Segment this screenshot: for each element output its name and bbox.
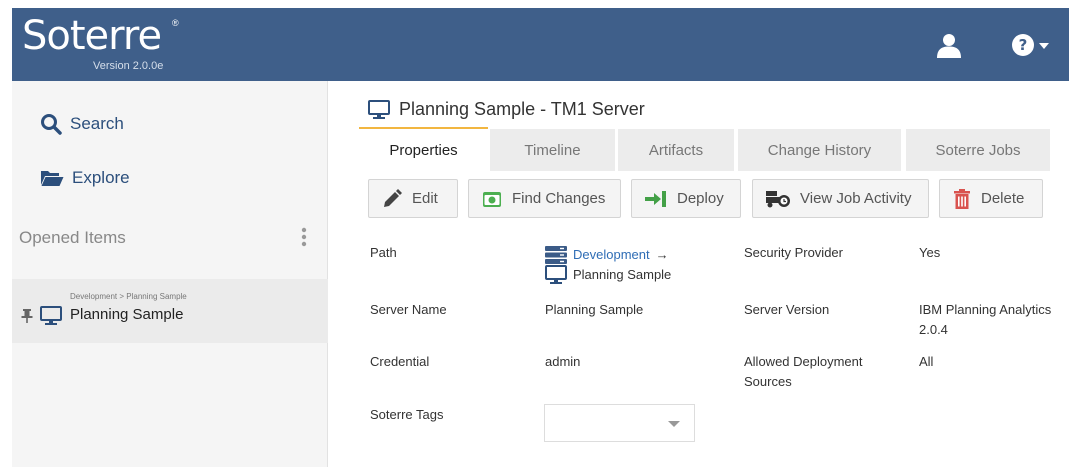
trash-icon [954,188,970,209]
allowed-deployment-sources-value: All [919,354,934,369]
tab-properties[interactable]: Properties [359,127,488,172]
find-changes-button[interactable]: Find Changes [468,179,621,218]
deploy-button[interactable]: Deploy [631,179,741,218]
server-version-value: IBM Planning Analytics 2.0.4 [919,300,1051,340]
security-provider-value: Yes [919,245,941,260]
credential-value: admin [545,354,581,369]
nav-explore-label: Explore [72,168,130,187]
server-version-line2: 2.0.4 [919,322,948,337]
view-job-activity-label: View Job Activity [800,190,912,207]
find-changes-label: Find Changes [512,190,606,207]
soterre-tags-label: Soterre Tags [370,407,444,422]
deploy-arrow-icon [645,190,666,207]
server-icon [545,246,567,264]
pencil-icon [384,188,402,207]
app-version: Version 2.0.0e [93,60,164,72]
nav-explore[interactable]: Explore [40,168,130,188]
camera-icon [483,191,501,207]
security-provider-label: Security Provider [744,245,843,260]
path-label: Path [370,245,397,260]
server-version-label: Server Version [744,302,830,317]
opened-items-title: Opened Items [19,228,126,247]
app-header: Soterre ® Version 2.0.0e ? [12,8,1069,81]
tab-soterre-jobs[interactable]: Soterre Jobs [906,129,1050,171]
path-value: Development → Planning Sample [545,245,671,285]
edit-button[interactable]: Edit [368,179,458,218]
server-name-label: Server Name [370,302,447,317]
folder-open-icon [41,171,64,186]
monitor-icon [40,306,62,325]
opened-item-label: Planning Sample [70,306,184,323]
search-icon [41,114,62,135]
page-title: Planning Sample - TM1 Server [368,99,645,120]
delete-button-label: Delete [981,190,1025,207]
sidebar: Search Explore Opened Items Development … [12,81,328,467]
svg-text:?: ? [1019,36,1028,54]
allowed-deployment-sources-label: Allowed Deployment Sources [744,352,863,392]
monitor-icon [368,99,390,119]
delete-button[interactable]: Delete [939,179,1043,218]
path-link-development[interactable]: Development [573,245,650,265]
tab-timeline[interactable]: Timeline [490,129,615,171]
opened-item[interactable]: Development > Planning Sample Planning S… [12,279,328,343]
allowed-sources-label-line2: Sources [744,374,792,389]
edit-button-label: Edit [412,190,438,207]
path-leaf: Planning Sample [573,267,672,282]
tab-change-history[interactable]: Change History [738,129,901,171]
opened-item-breadcrumb: Development > Planning Sample [70,292,187,301]
view-job-activity-button[interactable]: View Job Activity [752,179,929,218]
monitor-icon [545,265,567,284]
tab-artifacts[interactable]: Artifacts [618,129,734,171]
server-version-line1: IBM Planning Analytics [919,302,1052,317]
nav-search-label: Search [70,114,124,133]
server-name-value: Planning Sample [545,302,644,317]
kebab-menu-icon[interactable] [300,226,308,248]
truck-icon [766,190,790,207]
page-title-text: Planning Sample - TM1 Server [399,99,645,119]
app-logo[interactable]: Soterre [22,14,162,58]
logo-registered-mark: ® [172,18,179,28]
path-arrow: → [655,247,669,262]
pin-icon[interactable] [21,309,33,323]
user-icon[interactable] [936,32,962,58]
help-icon[interactable]: ? [1011,32,1051,58]
credential-label: Credential [370,354,430,369]
allowed-sources-label-line1: Allowed Deployment [744,354,863,369]
deploy-button-label: Deploy [677,190,724,207]
soterre-tags-select[interactable] [544,404,695,442]
chevron-down-icon [668,421,680,427]
nav-search[interactable]: Search [40,113,124,135]
